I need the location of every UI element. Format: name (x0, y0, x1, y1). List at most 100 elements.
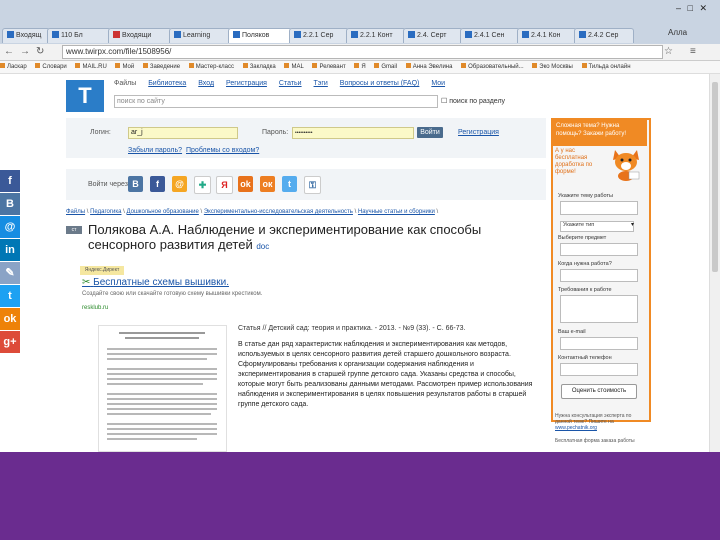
bookmark[interactable]: Анна Эвелина (406, 61, 453, 73)
requirements-textarea[interactable] (560, 295, 638, 323)
tab-11[interactable]: 2.4.2 Сер (574, 28, 634, 43)
footer-link[interactable]: www.pechatnik.org (555, 425, 597, 431)
twitter-share-icon[interactable]: t (0, 285, 20, 307)
bookmark[interactable]: Ласкар (0, 61, 27, 73)
back-icon[interactable]: ← (4, 46, 14, 58)
menu-item[interactable]: Вопросы и ответы (FAQ) (340, 80, 420, 87)
tab-9[interactable]: 2.4.1 Сен (460, 28, 520, 43)
tab-1[interactable]: Входящ (2, 28, 50, 43)
bookmark[interactable]: Gmail (374, 61, 397, 73)
site-search-input[interactable]: поиск по сайту (114, 95, 438, 108)
ad-title-link[interactable]: ✂ Бесплатные схемы вышивки. (82, 277, 229, 288)
bookmark[interactable]: Заведение (143, 61, 180, 73)
tab-10[interactable]: 2.4.1 Кон (517, 28, 577, 43)
bookmark[interactable]: MAIL.RU (75, 61, 106, 73)
field-label: Ваш e-mail (558, 329, 586, 335)
odnoklassniki-icon[interactable]: ok (238, 176, 253, 192)
search-scope[interactable]: ☐ поиск по разделу (441, 97, 505, 105)
tab-favicon (465, 31, 472, 38)
linkedin-share-icon[interactable]: in (0, 239, 20, 261)
user-badge[interactable]: Алла (668, 28, 687, 37)
breadcrumb-item[interactable]: Педагогика (90, 209, 121, 215)
menu-item[interactable]: Статьи (279, 80, 302, 87)
checkbox-icon[interactable]: ☐ (441, 98, 447, 105)
minimize-icon[interactable]: – (676, 3, 681, 13)
preview-line (107, 408, 217, 410)
tab-4[interactable]: Learning (169, 28, 231, 43)
menu-item[interactable]: Мои (431, 80, 445, 87)
bookmark[interactable]: Я (354, 61, 365, 73)
menu-item[interactable]: Файлы (114, 80, 136, 87)
preview-line (107, 423, 217, 425)
chevron-down-icon[interactable]: ▾ (631, 221, 634, 228)
bookmark[interactable]: Мой (115, 61, 134, 73)
close-icon[interactable]: ✕ (699, 3, 707, 13)
phone-field[interactable] (560, 363, 638, 376)
maximize-icon[interactable]: □ (688, 3, 693, 13)
url-input[interactable]: www.twirpx.com/file/1508956/ (62, 45, 663, 59)
menu-item[interactable]: Тэги (314, 80, 328, 87)
breadcrumb-item[interactable]: Дошкольное образование (127, 209, 199, 215)
bookmark[interactable]: Мастер-класс (189, 61, 234, 73)
subject-input[interactable] (560, 243, 638, 256)
bookmark[interactable]: Тильда онлайн (582, 61, 631, 73)
mailru-icon[interactable]: @ (172, 176, 187, 192)
scrollbar-thumb[interactable] (712, 82, 718, 272)
tab-8[interactable]: 2.4. Серт (403, 28, 463, 43)
mailru-share-icon[interactable]: @ (0, 216, 20, 238)
deadline-input[interactable] (560, 269, 638, 282)
menu-item[interactable]: Библиотека (148, 80, 186, 87)
breadcrumb-item[interactable]: Экспериментально-исследовательская деяте… (204, 209, 353, 215)
odnoklassniki-alt-icon[interactable]: ок (260, 176, 275, 192)
forgot-password-link[interactable]: Забыли пароль? (128, 147, 182, 154)
login-problems-link[interactable]: Проблемы со входом? (186, 147, 259, 154)
breadcrumb-item[interactable]: Файлы (66, 209, 85, 215)
facebook-icon[interactable]: f (150, 176, 165, 192)
menu-icon[interactable]: ≡ (690, 46, 696, 58)
yandex-icon[interactable]: Я (216, 176, 233, 194)
twitter-icon[interactable]: t (282, 176, 297, 192)
field-label: Требования к работе (558, 287, 612, 293)
bookmark[interactable]: МАL (284, 61, 303, 73)
tab-6[interactable]: 2.2.1 Сер (289, 28, 349, 43)
bookmark[interactable]: Закладка (243, 61, 276, 73)
preview-line (107, 383, 203, 385)
odnoklassniki-share-icon[interactable]: ok (0, 308, 20, 330)
menu-item[interactable]: Вход (198, 80, 214, 87)
field-label: Контактный телефон (558, 355, 612, 361)
ad-url[interactable]: resklub.ru (82, 305, 108, 311)
vk-icon[interactable]: В (128, 176, 143, 192)
bookmark[interactable]: Релевант (312, 61, 345, 73)
google-icon[interactable]: ✚ (194, 176, 211, 194)
vk-share-icon[interactable]: В (0, 193, 20, 215)
breadcrumb-item[interactable]: Научные статьи и сборники (358, 209, 435, 215)
topic-input[interactable] (560, 201, 638, 215)
reload-icon[interactable]: ↻ (36, 46, 44, 58)
tab-3[interactable]: Входящи (108, 28, 172, 43)
bookmark[interactable]: Образовательный... (461, 61, 523, 73)
star-icon[interactable]: ☆ (664, 46, 673, 58)
livejournal-share-icon[interactable]: ✎ (0, 262, 20, 284)
bookmark[interactable]: Словари (35, 61, 66, 73)
tab-7[interactable]: 2.2.1 Конт (346, 28, 406, 43)
menu-item[interactable]: Регистрация (226, 80, 267, 87)
document-preview[interactable] (98, 325, 227, 452)
login-button[interactable]: Войти (417, 127, 443, 138)
bookmark[interactable]: Эко Москвы (532, 61, 573, 73)
register-link[interactable]: Регистрация (458, 129, 499, 136)
tab-5-active[interactable]: Поляков (228, 28, 292, 43)
login-input[interactable]: ar_j (128, 127, 238, 139)
email-field[interactable] (560, 337, 638, 350)
forward-icon[interactable]: → (20, 46, 30, 58)
tab-favicon (7, 31, 14, 38)
preview-line (107, 368, 217, 370)
submit-order-button[interactable]: Оценить стоимость (561, 384, 637, 399)
site-logo[interactable]: T (66, 80, 104, 112)
type-select[interactable]: Укажите тип (560, 221, 634, 232)
facebook-share-icon[interactable]: f (0, 170, 20, 192)
tab-2[interactable]: 110 Бл (47, 28, 111, 43)
fox-mascot-icon (613, 150, 640, 181)
openid-icon[interactable]: ⚿ (304, 176, 321, 194)
password-input[interactable]: •••••••••• (292, 127, 414, 139)
googleplus-share-icon[interactable]: g+ (0, 331, 20, 353)
